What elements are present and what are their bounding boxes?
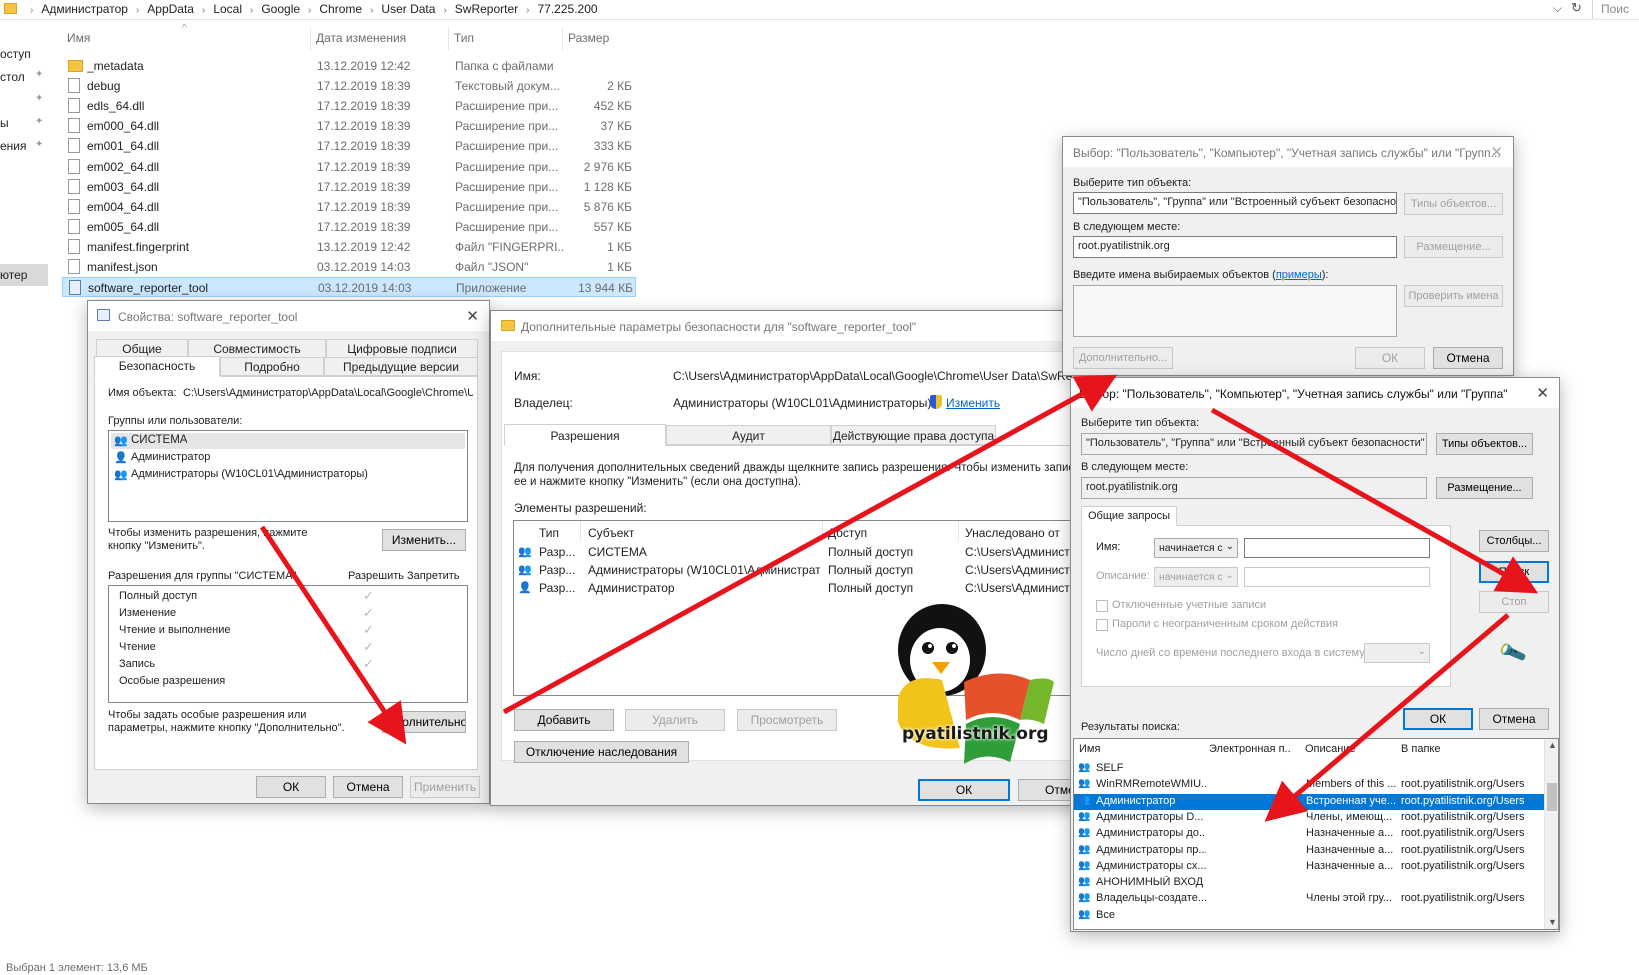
arrow-to-administrator-result	[1264, 613, 1510, 822]
arrow-to-advanced-button	[259, 525, 407, 745]
arrow-to-search-button	[1210, 407, 1539, 594]
tab-common-queries[interactable]: Общие запросы	[1081, 506, 1177, 526]
annotation-arrows	[259, 374, 1539, 822]
tab-permissions[interactable]: Разрешения	[504, 424, 666, 446]
screenshot-stage: › Администратор › AppData › Local › Google › Chro…	[0, 0, 1639, 975]
tab-security[interactable]: Безопасность	[94, 356, 220, 377]
